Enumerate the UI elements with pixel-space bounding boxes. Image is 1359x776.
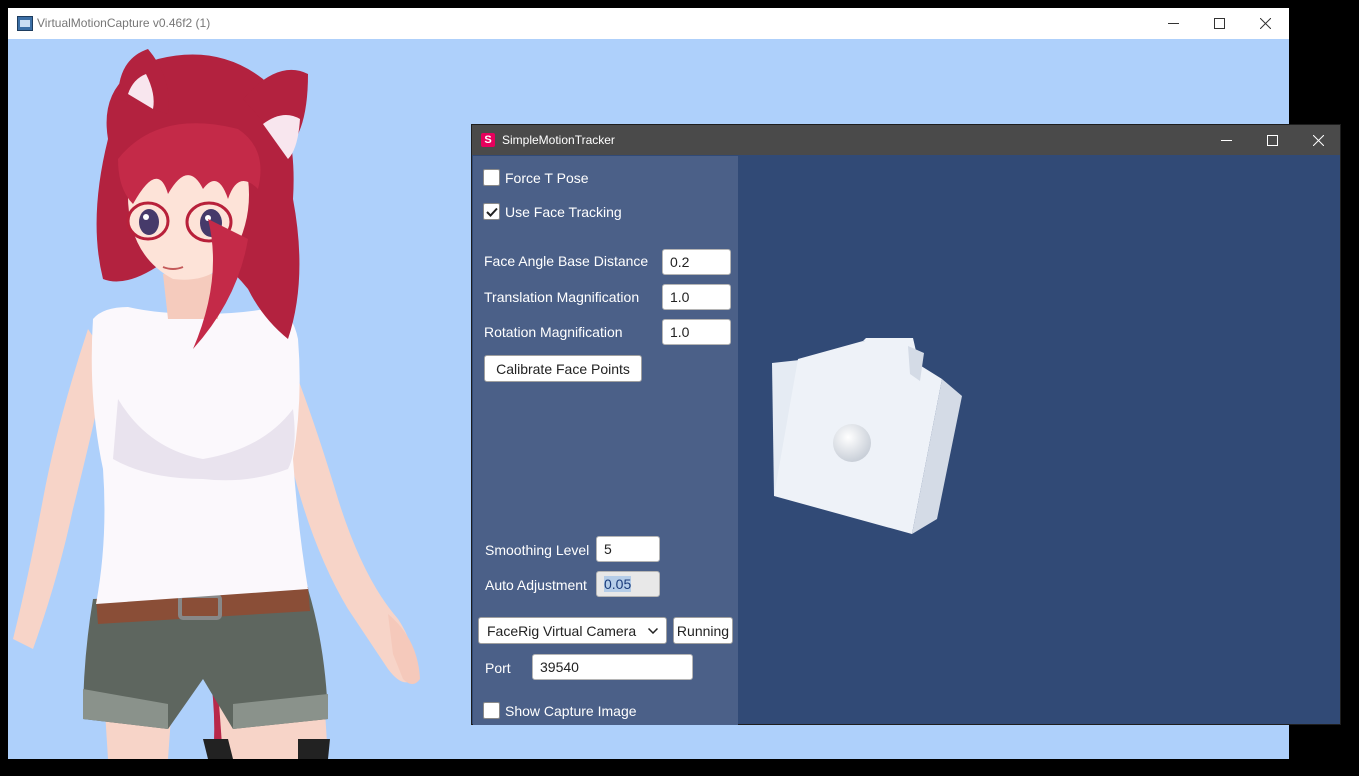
port-input[interactable] [532, 654, 693, 680]
tracker-window-title: SimpleMotionTracker [502, 133, 615, 147]
close-icon [1259, 18, 1271, 29]
tracker-titlebar[interactable]: S SimpleMotionTracker [472, 125, 1340, 155]
show-capture-image-box[interactable] [483, 702, 500, 719]
rotation-magnification-input[interactable] [662, 319, 731, 345]
auto-adjustment-label: Auto Adjustment [485, 577, 587, 593]
use-face-tracking-checkbox[interactable]: Use Face Tracking [483, 203, 622, 220]
translation-magnification-label: Translation Magnification [484, 289, 640, 305]
show-capture-image-label: Show Capture Image [505, 702, 637, 719]
chevron-down-icon [648, 627, 658, 634]
settings-panel: Force T Pose Use Face Tracking Face Angl… [473, 156, 738, 725]
vmc-app-icon [17, 16, 33, 31]
use-face-tracking-label: Use Face Tracking [505, 203, 622, 220]
smoothing-level-input[interactable] [596, 536, 660, 562]
smoothing-level-label: Smoothing Level [485, 542, 590, 558]
camera-select-value: FaceRig Virtual Camera [487, 622, 637, 639]
minimize-icon [1167, 23, 1179, 24]
auto-adjustment-value: 0.05 [604, 576, 632, 592]
checkmark-icon [485, 207, 498, 217]
head-tracker-cube [772, 338, 962, 534]
vmc-window-title: VirtualMotionCapture v0.46f2 (1) [37, 16, 211, 30]
calibrate-face-points-button[interactable]: Calibrate Face Points [484, 355, 642, 382]
vmc-titlebar[interactable]: VirtualMotionCapture v0.46f2 (1) [8, 8, 1289, 39]
avatar-model [13, 49, 420, 759]
rotation-magnification-label: Rotation Magnification [484, 324, 623, 340]
camera-select[interactable]: FaceRig Virtual Camera [478, 617, 667, 644]
tracker-window: S SimpleMotionTracker Force T Pose Use F… [471, 124, 1341, 725]
vmc-maximize-button[interactable] [1196, 8, 1242, 39]
force-t-pose-label: Force T Pose [505, 169, 589, 186]
vmc-close-button[interactable] [1242, 8, 1288, 39]
minimize-icon [1220, 139, 1232, 141]
vmc-minimize-button[interactable] [1150, 8, 1196, 39]
port-label: Port [485, 660, 511, 676]
force-t-pose-box[interactable] [483, 169, 500, 186]
maximize-icon [1213, 18, 1225, 29]
tracker-maximize-button[interactable] [1249, 125, 1295, 155]
translation-magnification-input[interactable] [662, 284, 731, 310]
face-angle-base-distance-label: Face Angle Base Distance [484, 253, 649, 269]
running-button[interactable]: Running [673, 617, 733, 644]
use-face-tracking-box[interactable] [483, 203, 500, 220]
auto-adjustment-input[interactable]: 0.05 [596, 571, 660, 597]
show-capture-image-checkbox[interactable]: Show Capture Image [483, 702, 637, 719]
face-angle-base-distance-input[interactable] [662, 249, 731, 275]
tracker-3d-preview [772, 338, 962, 534]
close-icon [1312, 134, 1324, 146]
tracker-close-button[interactable] [1295, 125, 1341, 155]
tracker-minimize-button[interactable] [1203, 125, 1249, 155]
tracker-app-icon: S [481, 133, 495, 147]
force-t-pose-checkbox[interactable]: Force T Pose [483, 169, 589, 186]
maximize-icon [1266, 134, 1278, 146]
